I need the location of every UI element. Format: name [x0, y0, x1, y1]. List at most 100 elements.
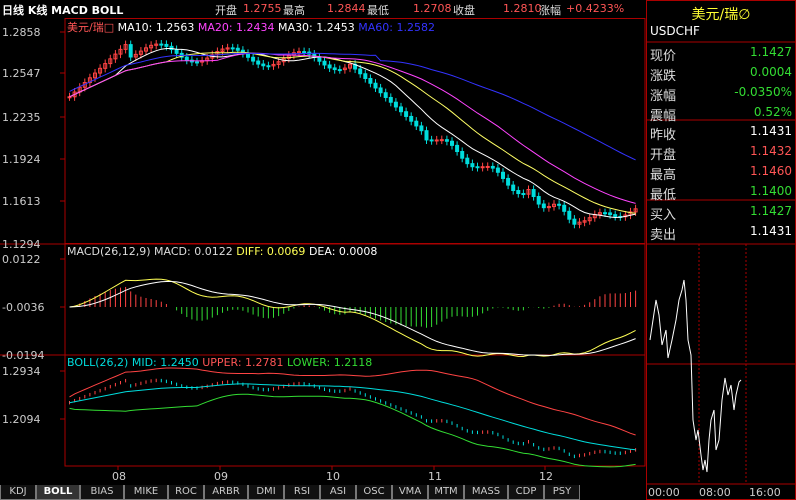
quote-row-label: 开盘: [650, 148, 677, 163]
candle-body: [302, 51, 307, 54]
quote-row-label: 卖出: [650, 228, 677, 243]
tab-osc[interactable]: OSC: [356, 485, 392, 500]
candle-body: [388, 96, 393, 103]
quote-row-label: 涨幅: [650, 89, 677, 104]
tab-mass[interactable]: MASS: [464, 485, 508, 500]
main-y-tick: 1.2858: [2, 26, 41, 39]
candle-body: [235, 47, 240, 51]
tab-bias[interactable]: BIAS: [80, 485, 124, 500]
chart-area[interactable]: 1.2858 1.2547 1.2235 1.1924 1.1613 1.1294 0.01…: [0, 18, 646, 484]
boll-legend: BOLL(26,2) MID: 1.2450 UPPER: 1.2781 LOW…: [67, 356, 372, 369]
quote-row: 最低 1.1400: [646, 182, 796, 203]
ma20-line: [69, 51, 636, 214]
quote-row-value: 1.1427: [750, 204, 792, 218]
macd-y-tick: -0.0194: [2, 349, 44, 362]
tab-rsi[interactable]: RSI: [284, 485, 320, 500]
low-value: 1.2708: [413, 2, 452, 15]
dea-line: [69, 281, 636, 356]
boll-lower-line: [69, 393, 636, 468]
close-label: 收盘: [453, 4, 475, 17]
boll-mid-line: [69, 383, 636, 451]
candle-body: [567, 210, 572, 220]
tab-dmi[interactable]: DMI: [248, 485, 284, 500]
quote-title: 美元/瑞∅: [691, 7, 751, 23]
quote-row-label: 买入: [650, 208, 677, 223]
candle-body: [444, 139, 449, 142]
boll-mid: MID: 1.2450: [131, 356, 199, 369]
tab-cdp[interactable]: CDP: [508, 485, 544, 500]
candle-body: [439, 139, 444, 142]
tab-kdj[interactable]: KDJ: [0, 485, 36, 500]
quote-row: 开盘 1.1432: [646, 142, 796, 163]
candle-body: [424, 130, 429, 141]
candle-body: [521, 193, 526, 196]
candle-body: [266, 65, 271, 68]
candle-body: [455, 144, 460, 153]
change-label: 涨幅: [539, 4, 561, 17]
open-label: 开盘: [215, 4, 237, 17]
candle-body: [327, 64, 332, 69]
boll-lower: LOWER: 1.2118: [287, 356, 373, 369]
quote-row-value: 0.52%: [753, 105, 792, 119]
quote-row-label: 现价: [650, 49, 677, 64]
change-value: +0.4233%: [566, 2, 625, 15]
tab-boll[interactable]: BOLL: [36, 485, 80, 500]
main-y-tick: 1.1924: [2, 153, 41, 166]
quote-symbol: USDCHF: [650, 24, 700, 38]
intraday-tick-1: 08:00: [699, 486, 731, 499]
intraday-tick-2: 16:00: [749, 486, 781, 499]
candle-body: [368, 77, 373, 84]
candle-body: [460, 151, 465, 159]
macd-panel-frame: [64, 243, 646, 356]
candle-body: [470, 163, 475, 168]
quote-row-label: 涨跌: [650, 69, 677, 84]
tab-mtm[interactable]: MTM: [428, 485, 464, 500]
candle-body: [317, 56, 322, 62]
boll-y-tick: 1.2934: [2, 365, 41, 378]
candle-body: [465, 157, 470, 165]
quote-row: 现价 1.1427: [646, 43, 796, 64]
candle-body: [393, 101, 398, 108]
candle-body: [195, 61, 199, 64]
candle-body: [429, 139, 434, 142]
dea-value: DEA: 0.0008: [308, 245, 378, 258]
tab-mike[interactable]: MIKE: [124, 485, 168, 500]
candle-body: [409, 115, 414, 122]
tab-psy[interactable]: PSY: [544, 485, 580, 500]
boll-upper-line: [69, 367, 636, 436]
candle-body: [358, 68, 363, 75]
candle-body: [501, 171, 505, 179]
tab-vma[interactable]: VMA: [392, 485, 428, 500]
tab-roc[interactable]: ROC: [168, 485, 204, 500]
tab-arbr[interactable]: ARBR: [204, 485, 248, 500]
tab-asi[interactable]: ASI: [320, 485, 356, 500]
candle-body: [572, 218, 577, 225]
candle-body: [541, 203, 546, 209]
candles-group: [67, 40, 638, 229]
quote-row-value: 1.1431: [750, 224, 792, 238]
candle-body: [363, 73, 368, 79]
quote-row: 涨跌 0.0004: [646, 63, 796, 84]
boll-y-tick: 1.2094: [2, 413, 41, 426]
candle-body: [613, 214, 618, 217]
ma10-legend: MA10: 1.2563: [117, 21, 195, 34]
candle-body: [536, 196, 541, 205]
boll-title: BOLL(26,2): [67, 356, 129, 369]
instrument-name: 美元/瑞□: [67, 21, 115, 34]
ma30-line: [69, 52, 636, 204]
boll-upper: UPPER: 1.2781: [202, 356, 284, 369]
candle-body: [174, 49, 179, 54]
candle-body: [450, 140, 454, 146]
quote-row: 昨收 1.1431: [646, 122, 796, 143]
ma20-legend: MA20: 1.2434: [197, 21, 275, 34]
candle-body: [261, 63, 266, 67]
candle-body: [562, 204, 567, 212]
candle-body: [184, 56, 189, 61]
candle-body: [414, 120, 419, 127]
candle-body: [506, 177, 511, 186]
main-y-tick: 1.2547: [2, 67, 41, 80]
quote-row: 卖出 1.1431: [646, 222, 796, 243]
candle-body: [485, 165, 490, 168]
candle-body: [373, 82, 378, 89]
x-tick: 08: [112, 470, 126, 483]
